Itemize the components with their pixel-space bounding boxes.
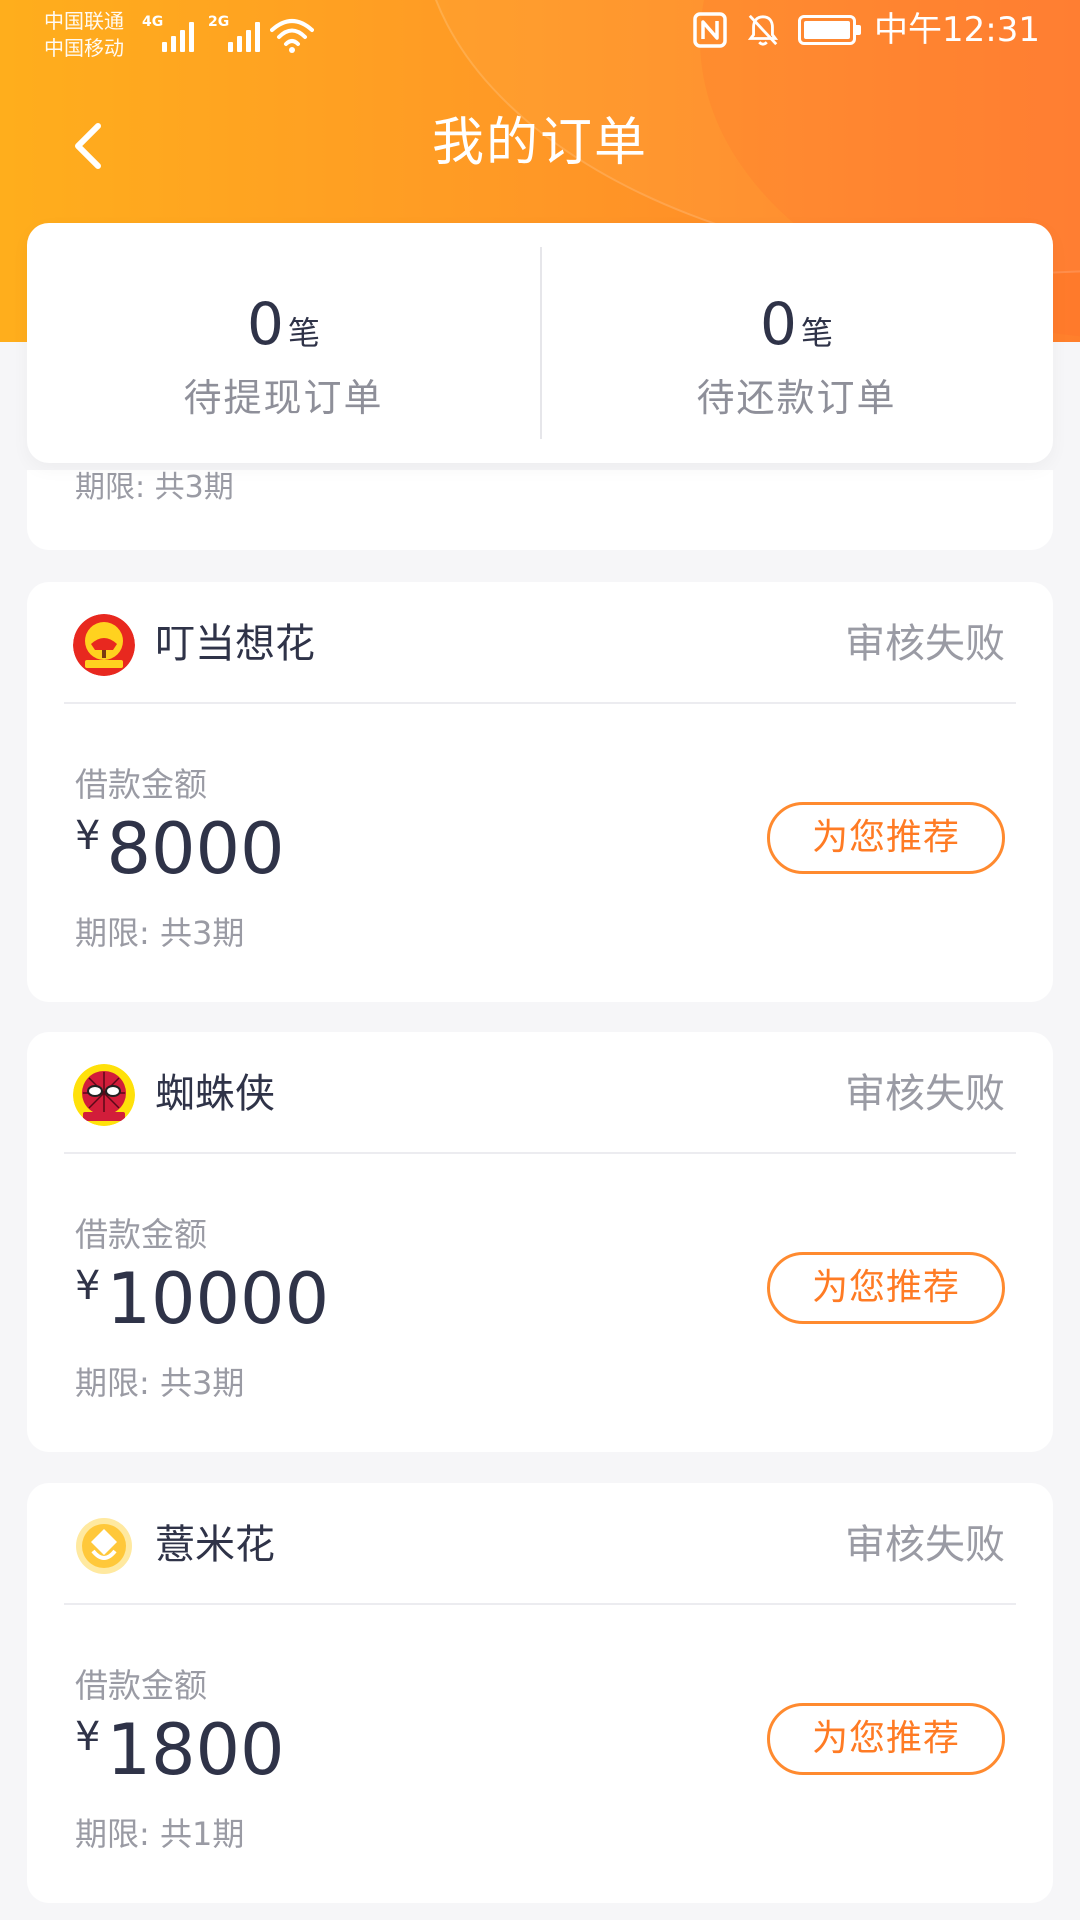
order-card[interactable]: 薏米花 审核失败 借款金额 ¥1800 期限: 共1期 为您推荐 [27,1483,1053,1903]
carrier-2: 中国移动 [44,36,124,60]
recommend-button[interactable]: 为您推荐 [767,802,1005,874]
order-summary-card: 0笔 待提现订单 0笔 待还款订单 [27,223,1053,463]
bell-muted-icon [747,14,779,46]
order-card-header: 蜘蛛侠 审核失败 [27,1032,1053,1152]
divider [64,1152,1016,1154]
order-card-partial: 期限: 共3期 [27,470,1053,550]
page-title: 我的订单 [431,113,648,173]
loan-amount: ¥8000 [75,808,285,890]
pending-repay-count: 0笔 [760,290,833,358]
order-card-header: 叮当想花 审核失败 [27,582,1053,702]
order-status: 审核失败 [845,1522,1005,1568]
loan-amount: ¥10000 [75,1258,330,1340]
nav-bar: 我的订单 [0,100,1080,190]
spiderman-logo-icon [73,1064,135,1126]
yimihua-logo-icon [76,1518,132,1574]
recommend-button[interactable]: 为您推荐 [767,1252,1005,1324]
provider-name: 蜘蛛侠 [155,1071,275,1117]
nfc-icon [693,12,727,48]
order-status: 审核失败 [845,1071,1005,1117]
amount-label: 借款金额 [75,1666,207,1705]
recommend-button[interactable]: 为您推荐 [767,1703,1005,1775]
term-text: 期限: 共3期 [75,470,234,505]
pending-repay-label: 待还款订单 [696,376,897,420]
carrier-info: 中国联通 中国移动 [44,8,124,62]
signal-2g-icon: 2G [208,14,260,52]
loan-amount: ¥1800 [75,1709,285,1791]
carrier-1: 中国联通 [44,9,124,33]
signal-4g-icon: 4G [142,14,194,52]
order-card-header: 薏米花 审核失败 [27,1483,1053,1603]
dingdang-logo-icon [73,614,135,676]
status-bar: 中国联通 中国移动 4G 2G 中午12:31 [0,0,1080,76]
provider-name: 叮当想花 [155,621,315,667]
term-text: 期限: 共3期 [75,914,245,952]
amount-label: 借款金额 [75,1215,207,1254]
order-card[interactable]: 蜘蛛侠 审核失败 借款金额 ¥10000 期限: 共3期 为您推荐 [27,1032,1053,1452]
term-text: 期限: 共1期 [75,1815,245,1853]
divider [64,1603,1016,1605]
pending-withdraw-label: 待提现订单 [183,376,384,420]
pending-repay-summary[interactable]: 0笔 待还款订单 [540,223,1053,463]
provider-name: 薏米花 [155,1522,275,1568]
clock: 中午12:31 [874,10,1040,50]
pending-withdraw-summary[interactable]: 0笔 待提现订单 [27,223,540,463]
term-text: 期限: 共3期 [75,1364,245,1402]
pending-withdraw-count: 0笔 [247,290,320,358]
amount-label: 借款金额 [75,765,207,804]
order-status: 审核失败 [845,621,1005,667]
battery-icon [798,15,862,45]
divider [64,702,1016,704]
order-card[interactable]: 叮当想花 审核失败 借款金额 ¥8000 期限: 共3期 为您推荐 [27,582,1053,1002]
wifi-icon [270,19,314,53]
